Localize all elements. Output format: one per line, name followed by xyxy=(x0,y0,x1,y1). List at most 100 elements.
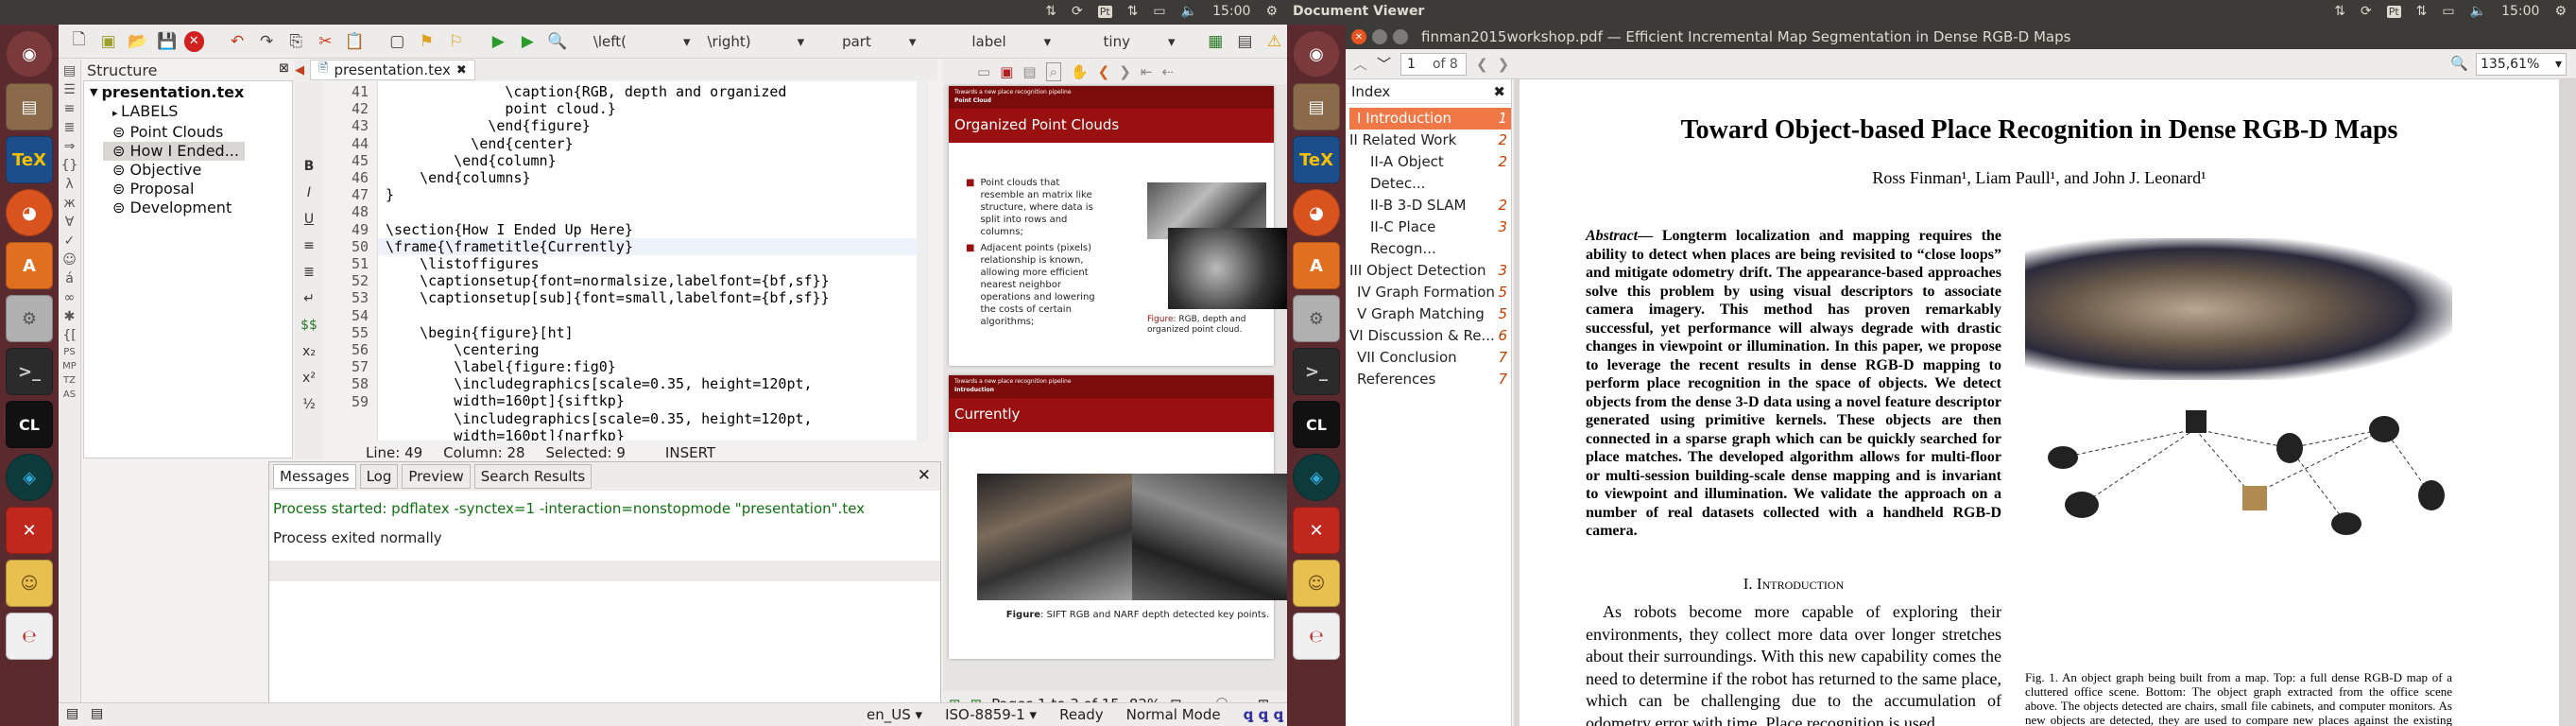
label-combo[interactable]: label ▾ xyxy=(947,28,1075,55)
compile-icon[interactable]: ▶ xyxy=(515,28,541,55)
settings-icon[interactable]: ⚙ xyxy=(6,295,53,342)
chevron-down-icon[interactable]: ﹀ xyxy=(1377,54,1391,74)
scrollbar[interactable] xyxy=(917,81,928,441)
xmind-icon[interactable]: ✕ xyxy=(6,507,53,554)
lambda-icon[interactable]: λ xyxy=(65,177,73,192)
tab-left-arrow-icon[interactable]: ◀ xyxy=(295,63,304,78)
index-item[interactable]: V Graph Matching 5 xyxy=(1349,303,1511,325)
zoom-combo[interactable]: 135,61% ▾ xyxy=(2476,53,2567,76)
texstudio-icon[interactable]: TeX xyxy=(6,136,53,183)
tree-item-objective[interactable]: ⊜ Objective xyxy=(90,161,245,180)
braces-icon[interactable]: {} xyxy=(61,158,78,173)
tree-item-labels[interactable]: ▸ LABELS xyxy=(90,102,245,123)
tab-messages[interactable]: Messages xyxy=(273,464,356,489)
volume-icon[interactable]: 🔈 xyxy=(2470,4,2486,19)
mp-icon[interactable]: MP xyxy=(62,361,77,372)
underline-icon[interactable]: U xyxy=(304,212,314,227)
close-icon[interactable]: ✕ xyxy=(918,466,931,485)
volume-icon[interactable]: 🔈 xyxy=(1181,4,1197,19)
build-view-icon[interactable]: ▶ xyxy=(486,28,511,55)
clion-icon[interactable]: CL xyxy=(6,401,53,448)
tree-item-point-clouds[interactable]: ⊜ Point Clouds xyxy=(90,123,245,142)
sync-icon[interactable]: ⟳ xyxy=(1072,4,1083,19)
windowed-icon[interactable]: ▤ xyxy=(1022,63,1036,80)
comment-icon[interactable]: ▢ xyxy=(385,28,410,55)
index-item[interactable]: VI Discussion & Re... 6 xyxy=(1349,325,1511,347)
align-icon[interactable]: ≣ xyxy=(64,120,76,135)
index-item[interactable]: VII Conclusion 7 xyxy=(1349,347,1511,369)
tree-item-how-i-ended[interactable]: ⊜ How I Ended... xyxy=(103,142,245,161)
align-left-icon[interactable]: ≡ xyxy=(303,238,315,253)
new-file-icon[interactable]: 🗋 xyxy=(66,28,92,55)
settings-icon[interactable]: ⚙ xyxy=(1293,295,1340,342)
kappa-icon[interactable]: ж xyxy=(63,196,76,211)
index-item[interactable]: II-C Place Recogn... 3 xyxy=(1349,216,1511,260)
terminal-icon[interactable]: >_ xyxy=(6,348,53,395)
save-icon[interactable]: 💾 xyxy=(154,28,180,55)
index-item[interactable]: II-A Object Detec... 2 xyxy=(1349,151,1511,195)
close-window-icon[interactable]: ✕ xyxy=(1351,29,1366,44)
magnify-icon[interactable]: ⌕ xyxy=(1045,62,1061,81)
list-view-icon[interactable]: ≡ xyxy=(64,101,76,116)
code-editor[interactable]: 41 42 43 44 45 46 47 48 49 50 51 52 53 54 55 56 57 58 59 \… xyxy=(323,81,928,441)
accent-icon[interactable]: á xyxy=(65,271,74,286)
tikz-icon[interactable]: TZ xyxy=(63,375,76,386)
maximize-window-icon[interactable] xyxy=(1393,29,1408,44)
superscript-icon[interactable]: x² xyxy=(302,371,316,386)
warning-icon[interactable]: ⚠ xyxy=(1262,28,1287,55)
newline-icon[interactable]: ↵ xyxy=(303,291,315,306)
align-center-icon[interactable]: ≣ xyxy=(303,265,315,280)
evince-icon[interactable]: ℮ xyxy=(6,613,53,660)
paste-icon[interactable]: 📋 xyxy=(342,28,368,55)
power-icon[interactable]: ⚙ xyxy=(2554,4,2567,19)
chevron-up-icon[interactable]: ︿ xyxy=(1353,54,1367,74)
files-icon[interactable]: ▤ xyxy=(1293,83,1340,130)
network-icon[interactable]: ⇅ xyxy=(2416,4,2428,19)
view-pdf-icon[interactable]: 🔍 xyxy=(544,28,570,55)
hand-tool-icon[interactable]: ✋ xyxy=(1071,63,1089,80)
math-icon[interactable]: $$ xyxy=(301,318,318,333)
tabular-icon[interactable]: ▤ xyxy=(1232,28,1258,55)
amazon-icon[interactable]: ☺ xyxy=(1293,560,1340,607)
files-icon[interactable]: ▤ xyxy=(6,83,53,130)
page-layout-icon[interactable]: ▭ xyxy=(977,63,990,80)
first-page-icon[interactable]: ⇤ xyxy=(1141,63,1153,80)
index-item[interactable]: I Introduction 1 xyxy=(1349,108,1511,130)
sync-icon[interactable]: ⟳ xyxy=(2361,4,2372,19)
prev-icon[interactable]: ❮ xyxy=(1098,63,1110,80)
cut-icon[interactable]: ✂ xyxy=(313,28,338,55)
bookmarks-view-icon[interactable]: ☰ xyxy=(63,82,76,97)
dropbox-icon[interactable]: ⇅ xyxy=(2334,4,2345,19)
ubuntu-dash-icon[interactable]: ◉ xyxy=(6,30,53,78)
close-file-icon[interactable]: ✕ xyxy=(183,30,204,52)
structure-view-icon[interactable]: ▤ xyxy=(63,63,76,78)
ps-icon[interactable]: PS xyxy=(63,347,75,357)
bookmark-next-icon[interactable]: ⚐ xyxy=(443,28,469,55)
forward-icon[interactable]: ❯ xyxy=(1498,56,1510,73)
structure-toggle-icon[interactable]: ▤ xyxy=(66,706,78,721)
index-item[interactable]: IV Graph Formation 5 xyxy=(1349,282,1511,303)
close-icon[interactable]: ⊠ xyxy=(279,61,289,76)
undo-icon[interactable]: ↶ xyxy=(224,28,249,55)
open-icon[interactable]: 📂 xyxy=(125,28,150,55)
star-icon[interactable]: ✱ xyxy=(64,309,76,324)
table-icon[interactable]: ▦ xyxy=(1203,28,1228,55)
tex-symbols-icon[interactable]: ꝗ ꝗ ꝗ xyxy=(1244,706,1284,723)
battery-icon[interactable]: ▭ xyxy=(1153,4,1165,19)
tab-presentation[interactable]: 🖹 presentation.tex ✖ xyxy=(310,60,475,80)
link-icon[interactable]: ∞ xyxy=(64,290,76,305)
page-entry[interactable]: 1 of 8 xyxy=(1400,52,1468,76)
bookmark-icon[interactable]: ⚑ xyxy=(414,28,439,55)
software-center-icon[interactable]: A xyxy=(6,242,53,289)
minimize-window-icon[interactable] xyxy=(1372,29,1387,44)
amazon-icon[interactable]: ☺ xyxy=(6,560,53,607)
clock[interactable]: 15:00 xyxy=(1212,4,1250,19)
terminal-icon[interactable]: >_ xyxy=(1293,348,1340,395)
subscript-icon[interactable]: x₂ xyxy=(302,344,316,359)
smiley-icon[interactable]: ☺ xyxy=(62,252,77,268)
size-combo[interactable]: tiny ▾ xyxy=(1079,28,1198,55)
tree-item-proposal[interactable]: ⊜ Proposal xyxy=(90,180,245,199)
brackets-icon[interactable]: {[ xyxy=(62,328,76,343)
language-combo[interactable]: en_US ▾ xyxy=(867,706,922,723)
tab-preview[interactable]: Preview xyxy=(402,464,471,489)
